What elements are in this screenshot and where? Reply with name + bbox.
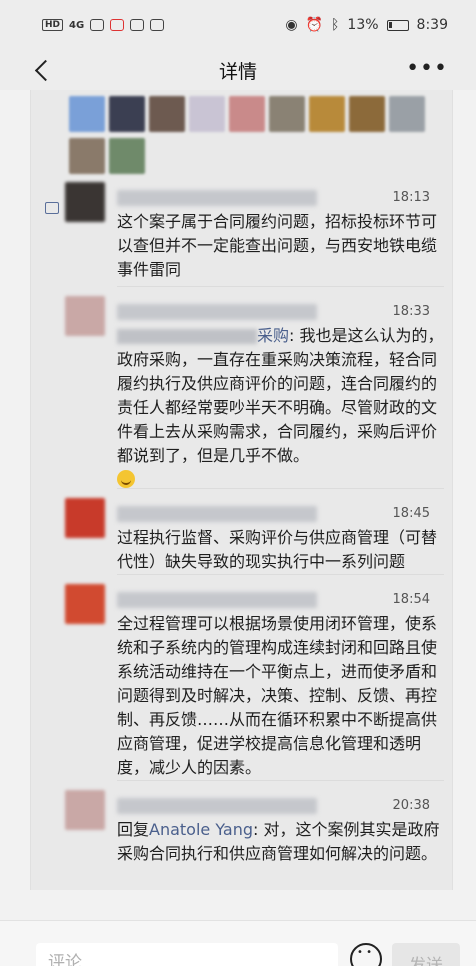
like-avatar[interactable] [149, 96, 185, 132]
comment-input-bar: 发送 [0, 920, 476, 966]
comment-body: : 我也是这么认为的，政府采购，一直存在重采购决策流程，轻合同履约执行及供应商评… [117, 326, 444, 465]
clock: 8:39 [416, 17, 448, 33]
commenter-name[interactable] [117, 304, 317, 320]
message-icon [150, 19, 165, 31]
comment-time: 18:33 [392, 304, 430, 319]
comment-text: 这个案子属于合同履约问题，招标投标环节可以查但并不一定能查出问题，与西安地铁电缆… [117, 212, 438, 279]
comment-time: 18:13 [392, 190, 430, 205]
status-bar: HD 4G ◉ ⏰ ᛒ 13% 8:39 [0, 0, 476, 50]
bluetooth-icon: ᛒ [331, 17, 340, 33]
page-title: 详情 [218, 60, 257, 83]
avatar[interactable] [65, 296, 105, 336]
avatar[interactable] [65, 584, 105, 624]
avatar[interactable] [65, 790, 105, 830]
divider [117, 780, 444, 781]
comment-input[interactable] [36, 943, 338, 966]
comment-icon [45, 202, 59, 214]
like-avatar[interactable] [69, 96, 105, 132]
like-avatar[interactable] [269, 96, 305, 132]
avatar[interactable] [65, 182, 105, 222]
emoji-picker-icon[interactable] [350, 943, 382, 966]
comment-text: 全过程管理可以根据场景使用闭环管理，使系统和子系统内的管理构成连续封闭和回路且使… [117, 614, 438, 777]
send-button[interactable]: 发送 [392, 943, 460, 966]
mention-name[interactable] [117, 329, 257, 344]
like-avatar[interactable] [109, 96, 145, 132]
like-avatar[interactable] [349, 96, 385, 132]
grin-emoji-icon [117, 470, 135, 488]
hd-badge: HD [42, 19, 64, 31]
battery-percent: 13% [347, 17, 379, 33]
comments-panel: 18:13 这个案子属于合同履约问题，招标投标环节可以查但并不一定能查出问题，与… [30, 90, 453, 890]
nav-bar: 详情 ••• [0, 50, 476, 90]
app-icon [130, 19, 145, 31]
eye-icon: ◉ [285, 17, 298, 33]
commenter-name[interactable] [117, 506, 317, 522]
avatar[interactable] [65, 498, 105, 538]
alarm-icon: ⏰ [305, 17, 324, 33]
divider [117, 286, 444, 287]
like-avatar[interactable] [189, 96, 225, 132]
comment-time: 20:38 [392, 798, 430, 813]
like-avatar[interactable] [389, 96, 425, 132]
comment-time: 18:54 [392, 592, 430, 607]
commenter-name[interactable] [117, 592, 317, 608]
like-avatar[interactable] [309, 96, 345, 132]
commenter-name[interactable] [117, 798, 317, 814]
reply-target-link[interactable]: Anatole Yang [149, 820, 253, 839]
like-avatar[interactable] [69, 138, 105, 174]
comment-text: 过程执行监督、采购评价与供应商管理（可替代性）缺失导致的现实执行中一系列问题 [117, 528, 438, 571]
more-options-icon[interactable]: ••• [406, 58, 448, 80]
back-arrow-icon[interactable] [34, 58, 50, 82]
like-avatar[interactable] [229, 96, 265, 132]
comment-time: 18:45 [392, 506, 430, 521]
signal-indicator: 4G [69, 19, 85, 31]
wechat-icon [90, 19, 105, 31]
comment-text: 采购: 我也是这么认为的，政府采购，一直存在重采购决策流程，轻合同履约执行及供应… [117, 324, 445, 492]
comment-text: 回复Anatole Yang: 对，这个案例其实是政府采购合同执行和供应商管理如… [117, 818, 445, 866]
commenter-name[interactable] [117, 190, 317, 206]
like-avatar[interactable] [109, 138, 145, 174]
divider [117, 488, 444, 489]
reply-prefix: 回复 [117, 820, 150, 839]
battery-icon [386, 19, 409, 31]
mention-link[interactable]: 采购 [257, 326, 289, 345]
divider [117, 574, 444, 575]
notification-icon [110, 19, 125, 31]
